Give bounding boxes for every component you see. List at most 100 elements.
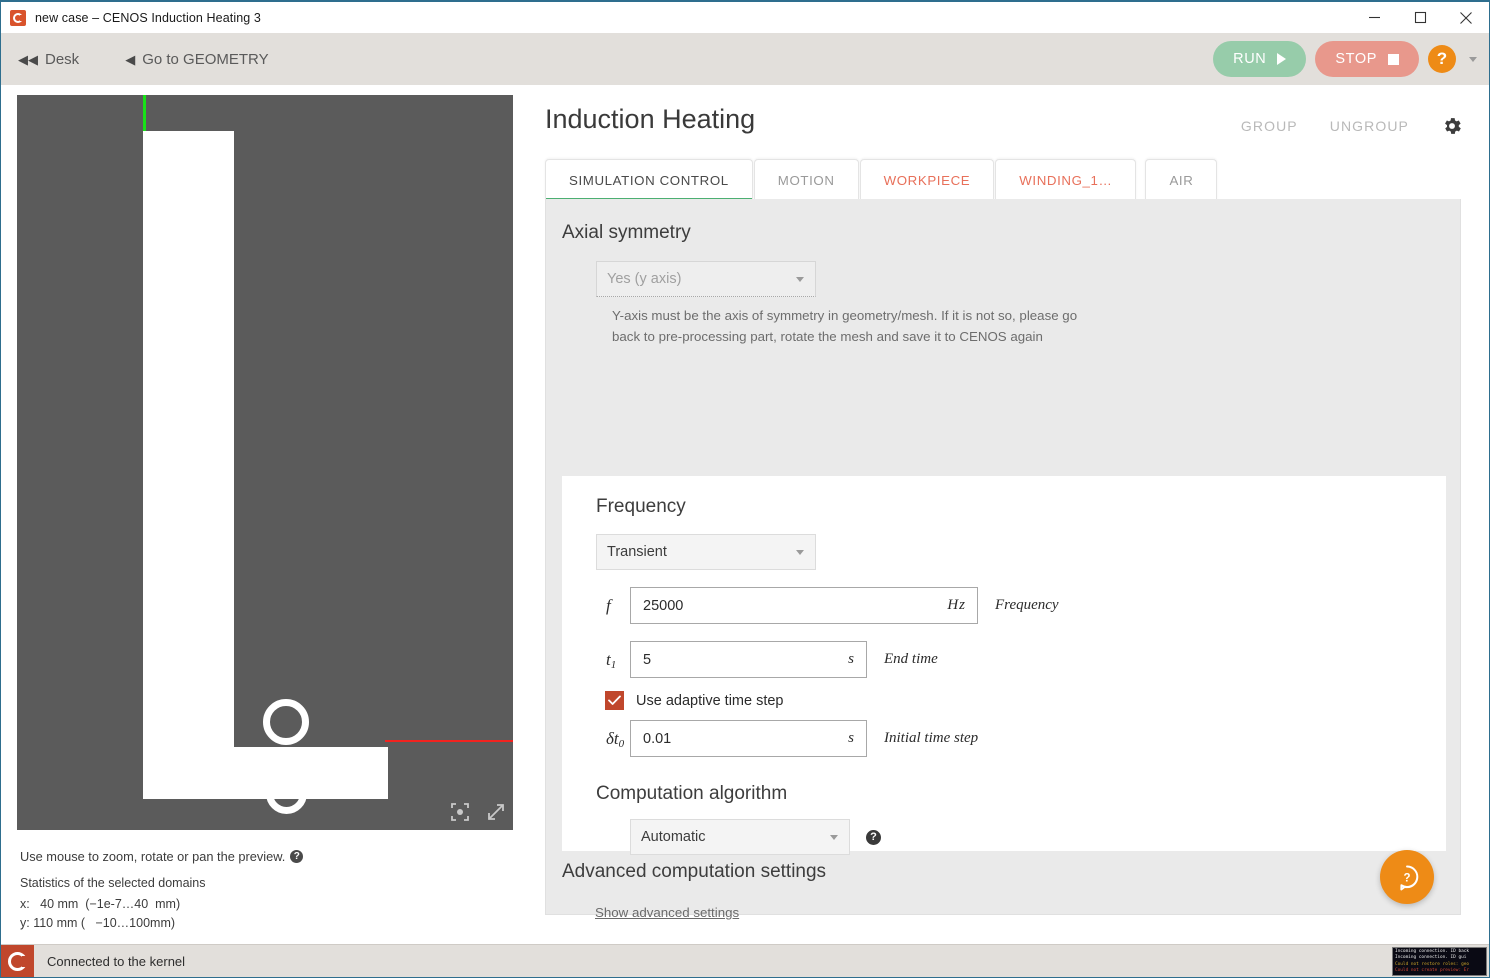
chevron-down-icon: [796, 550, 804, 555]
end-time-unit: s: [848, 651, 855, 667]
go-to-geometry-button[interactable]: ◀ Go to GEOMETRY: [125, 51, 268, 68]
initial-time-step-description: Initial time step: [884, 730, 979, 746]
double-left-arrow-icon: ◀◀: [18, 51, 38, 67]
ungroup-button[interactable]: UNGROUP: [1330, 118, 1409, 134]
geometry-preview[interactable]: [17, 95, 513, 830]
advanced-settings-heading: Advanced computation settings: [562, 861, 827, 882]
frequency-card: Frequency Transient f 25000 Hz Frequency: [562, 476, 1446, 855]
preview-caption: Use mouse to zoom, rotate or pan the pre…: [20, 849, 304, 864]
desk-label: Desk: [45, 50, 80, 68]
preview-geometry: [17, 95, 513, 830]
tab-label: SIMULATION CONTROL: [569, 172, 729, 188]
question-mark-icon[interactable]: ?: [290, 850, 304, 863]
show-advanced-settings-link[interactable]: Show advanced settings: [595, 905, 826, 920]
svg-text:?: ?: [1403, 872, 1410, 884]
frequency-description: Frequency: [995, 597, 1059, 613]
initial-time-step-unit: s: [848, 730, 855, 746]
adaptive-time-step-row[interactable]: Use adaptive time step: [605, 691, 1446, 710]
question-mark-icon[interactable]: ?: [866, 829, 881, 845]
title-bar: new case – CENOS Induction Heating 3: [1, 2, 1489, 33]
tab-simulation-control[interactable]: SIMULATION CONTROL: [545, 159, 753, 201]
end-time-field-row: t1 5 s End time: [596, 641, 1446, 678]
winding-ring-lower: [266, 773, 307, 814]
desk-button[interactable]: ◀◀ Desk: [18, 51, 79, 68]
end-time-description: End time: [884, 651, 938, 667]
tab-label: WINDING_1…: [1019, 172, 1113, 188]
winding-ring-upper: [263, 699, 309, 745]
tab-label: AIR: [1169, 172, 1194, 188]
minimize-icon[interactable]: [1351, 2, 1397, 33]
group-button[interactable]: GROUP: [1241, 118, 1298, 134]
maximize-icon[interactable]: [1397, 2, 1443, 33]
frequency-symbol: f: [606, 595, 611, 615]
frequency-input[interactable]: 25000 Hz: [630, 587, 978, 624]
gear-icon[interactable]: [1441, 115, 1463, 137]
chevron-down-icon: [830, 835, 838, 840]
left-arrow-icon: ◀: [125, 51, 136, 67]
statistics-title: Statistics of the selected domains: [20, 876, 206, 890]
computation-algorithm-value: Automatic: [641, 829, 706, 845]
initial-time-step-symbol: δt0: [606, 728, 625, 750]
window-title: new case – CENOS Induction Heating 3: [35, 10, 261, 25]
initial-time-step-subscript: 0: [618, 737, 625, 750]
go-to-geometry-label: Go to GEOMETRY: [142, 50, 269, 68]
stop-button[interactable]: STOP: [1315, 41, 1419, 77]
hint-line-1: Y-axis must be the axis of symmetry in g…: [612, 308, 1078, 323]
play-icon: [1277, 53, 1287, 65]
hint-line-2: back to pre-processing part, rotate the …: [612, 328, 1043, 344]
frequency-mode-value: Transient: [607, 544, 667, 560]
tab-motion[interactable]: MOTION: [753, 159, 859, 200]
right-pane: Induction Heating GROUP UNGROUP SIMULATI…: [529, 95, 1477, 930]
help-button[interactable]: ?: [1428, 45, 1456, 73]
initial-time-step-field-row: δt0 0.01 s Initial time step: [596, 720, 1446, 757]
preview-caption-text: Use mouse to zoom, rotate or pan the pre…: [20, 849, 286, 864]
frequency-heading: Frequency: [596, 496, 686, 517]
initial-time-step-input[interactable]: 0.01 s: [630, 720, 867, 757]
symmetry-axis-line: [143, 95, 146, 131]
help-bubble-icon[interactable]: ?: [1380, 850, 1434, 904]
kernel-status-text: Connected to the kernel: [47, 953, 186, 969]
frequency-field-row: f 25000 Hz Frequency: [596, 587, 1446, 624]
domain-statistics: Statistics of the selected domains x: 40…: [20, 876, 206, 934]
statistics-y: y: 110 mm ( −10…100mm): [20, 916, 176, 931]
run-button[interactable]: RUN: [1213, 41, 1307, 77]
close-icon[interactable]: [1443, 2, 1489, 33]
tab-winding-1[interactable]: WINDING_1…: [995, 159, 1141, 200]
computation-algorithm-row: Automatic ?: [630, 819, 1446, 855]
axial-symmetry-select[interactable]: Yes (y axis): [596, 261, 816, 297]
expand-icon[interactable]: [486, 802, 506, 822]
console-output[interactable]: Incoming connection. ID back Incoming co…: [1392, 947, 1487, 976]
chevron-down-icon[interactable]: [1469, 56, 1477, 62]
group-actions: GROUP UNGROUP: [1241, 115, 1463, 137]
tab-bar: SIMULATION CONTROL MOTION WORKPIECE WIND…: [545, 157, 1218, 201]
tab-workpiece[interactable]: WORKPIECE: [859, 159, 995, 200]
toolbar-actions: RUN STOP ?: [1213, 33, 1477, 85]
reset-camera-icon[interactable]: [450, 802, 470, 822]
advanced-settings-section: Advanced computation settings Show advan…: [562, 861, 826, 920]
preview-tools: [450, 802, 506, 822]
main-toolbar: ◀◀ Desk ◀ Go to GEOMETRY RUN STOP ?: [1, 33, 1489, 85]
application-window: new case – CENOS Induction Heating 3 ◀◀ …: [0, 0, 1490, 978]
adaptive-time-step-label: Use adaptive time step: [636, 692, 784, 709]
chevron-down-icon: [796, 277, 804, 282]
initial-time-step-value: 0.01: [643, 730, 672, 747]
adaptive-time-step-checkbox[interactable]: [605, 691, 624, 710]
frequency-mode-select[interactable]: Transient: [596, 534, 816, 570]
computation-algorithm-heading: Computation algorithm: [596, 783, 788, 804]
run-label: RUN: [1233, 51, 1267, 67]
computation-algorithm-select[interactable]: Automatic: [630, 819, 850, 855]
end-time-value: 5: [643, 651, 652, 668]
end-time-subscript: 1: [610, 658, 617, 671]
end-time-input[interactable]: 5 s: [630, 641, 867, 678]
axial-symmetry-heading: Axial symmetry: [562, 222, 691, 243]
simulation-control-panel: Axial symmetry Yes (y axis) Y-axis must …: [545, 199, 1461, 920]
axial-symmetry-section: Axial symmetry Yes (y axis) Y-axis must …: [562, 222, 1444, 347]
tab-air[interactable]: AIR: [1145, 159, 1218, 200]
geometry-part-vertical: [143, 131, 234, 747]
tab-label: MOTION: [777, 172, 835, 188]
cenos-logo-icon: [10, 9, 26, 26]
axial-symmetry-value: Yes (y axis): [607, 271, 682, 287]
end-time-symbol: t1: [606, 649, 617, 671]
page-title: Induction Heating: [545, 104, 756, 134]
stop-square-icon: [1388, 53, 1399, 65]
